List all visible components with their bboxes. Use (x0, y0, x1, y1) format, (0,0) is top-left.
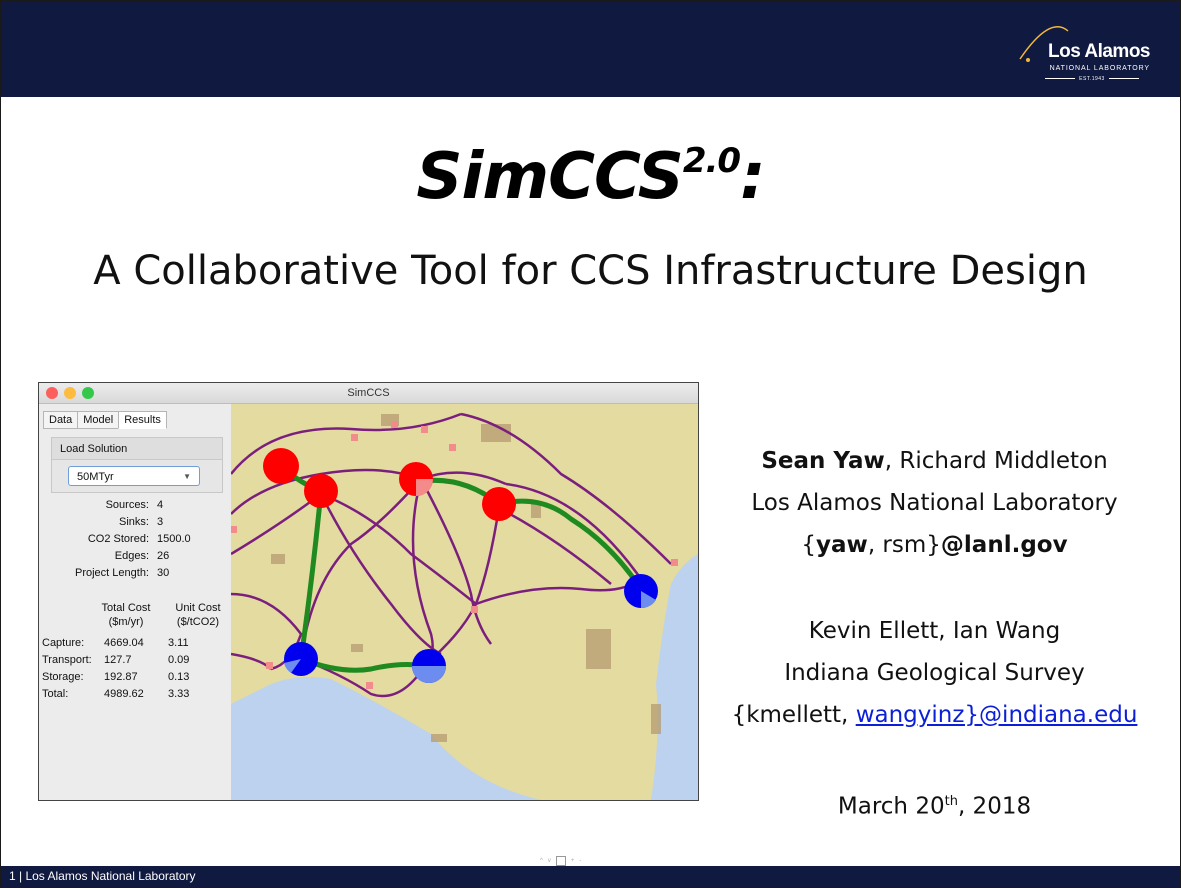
email1-user: yaw (816, 532, 868, 558)
solution-select[interactable]: 50MTyr ▼ (68, 466, 200, 486)
source-node[interactable] (482, 487, 516, 521)
cost-unit: 3.33 (168, 688, 190, 700)
slide-title: SimCCS2.0: (0, 140, 1181, 214)
cost-total: 192.87 (104, 671, 138, 683)
stat-label: Sinks: (119, 516, 149, 528)
cost-label: Storage: (42, 671, 84, 683)
cost-total: 127.7 (104, 654, 132, 666)
zoom-button[interactable] (82, 387, 94, 399)
slide-nav-controls: ^ v + - (540, 856, 636, 866)
author-secondary: , Richard Middleton (884, 448, 1108, 474)
stat-value: 26 (157, 550, 170, 562)
solution-select-value: 50MTyr (77, 471, 114, 483)
email1-domain: @lanl.gov (940, 532, 1068, 558)
app-screenshot: SimCCS Data Model Results Load Solution … (38, 382, 699, 801)
cost-total: 4989.62 (104, 688, 144, 700)
stat-value: 4 (157, 499, 164, 511)
stat-label: CO2 Stored: (87, 533, 149, 545)
unit-cost-unit: ($/tCO2) (176, 616, 220, 628)
cost-label: Transport: (42, 654, 92, 666)
load-solution-label: Load Solution (52, 438, 222, 460)
stat-label: Sources: (105, 499, 149, 511)
stat-value: 30 (157, 567, 170, 579)
source-node[interactable] (263, 448, 299, 484)
next-slide-icon[interactable]: v (548, 858, 551, 864)
total-cost-label: Total Cost (101, 602, 151, 614)
total-cost-header: Total Cost ($m/yr) (91, 601, 161, 629)
total-cost-unit: ($m/yr) (108, 616, 144, 628)
slide-subtitle: A Collaborative Tool for CCS Infrastruct… (93, 248, 1088, 294)
email1-open: { (801, 532, 817, 558)
stat-value: 1500.0 (157, 533, 191, 545)
logo-name: Los Alamos (1048, 41, 1151, 62)
cost-total: 4669.04 (104, 637, 144, 649)
prev-slide-icon[interactable]: ^ (540, 858, 543, 864)
tab-results[interactable]: Results (118, 411, 167, 429)
stat-value: 3 (157, 516, 164, 528)
email2-plain: {kmellett, (731, 702, 856, 728)
unit-cost-label: Unit Cost (175, 602, 221, 614)
date-superscript: th (944, 794, 958, 809)
cost-unit: 0.09 (168, 654, 190, 666)
minimize-button[interactable] (64, 387, 76, 399)
email-line-1: {yaw, rsm}@lanl.gov (712, 528, 1157, 562)
load-solution-group: Load Solution 50MTyr ▼ (51, 437, 223, 493)
cost-unit: 3.11 (168, 637, 189, 649)
stat-label: Project Length: (75, 567, 149, 579)
results-panel: Data Model Results Load Solution 50MTyr ▼… (39, 404, 231, 800)
cost-label: Total: (42, 688, 69, 700)
footer-bar: 1 | Los Alamos National Laboratory (1, 866, 1180, 887)
date-tail: , 2018 (957, 793, 1032, 820)
title-main: SimCCS (416, 140, 683, 214)
author-primary: Sean Yaw (761, 448, 885, 474)
email1-mid: , rsm} (867, 532, 941, 558)
unit-cost-header: Unit Cost ($/tCO2) (167, 601, 229, 629)
tab-model[interactable]: Model (77, 411, 120, 429)
affiliation-2: Indiana Geological Survey (784, 660, 1085, 686)
title-superscript: 2.0 (682, 141, 741, 181)
affiliation-1: Los Alamos National Laboratory (751, 490, 1118, 516)
chevron-down-icon: ▼ (183, 472, 191, 481)
presentation-date: March 20th, 2018 (712, 785, 1157, 824)
date-main: March 20 (837, 793, 945, 820)
logo-est: EST.1943 (1034, 76, 1150, 82)
window-titlebar: SimCCS (39, 383, 698, 404)
author-line-2: Kevin Ellett, Ian Wang (808, 618, 1061, 644)
email-line-2: {kmellett, wangyinz}@indiana.edu (712, 698, 1157, 732)
tab-bar: Data Model Results (43, 411, 167, 429)
network-map[interactable] (231, 404, 698, 800)
tab-data[interactable]: Data (43, 411, 79, 429)
stat-label: Edges: (114, 550, 149, 562)
email2-link[interactable]: wangyinz}@indiana.edu (856, 702, 1138, 728)
zoom-out-icon[interactable]: - (579, 858, 581, 864)
window-title: SimCCS (347, 387, 390, 399)
logo-subtitle: NATIONAL LABORATORY (1049, 65, 1150, 72)
close-button[interactable] (46, 387, 58, 399)
slide-view-icon[interactable] (555, 856, 566, 866)
cost-unit: 0.13 (168, 671, 190, 683)
author-line-1: Sean Yaw, Richard Middleton (712, 444, 1157, 478)
zoom-in-icon[interactable]: + (571, 858, 575, 864)
source-node[interactable] (304, 474, 338, 508)
cost-label: Capture: (42, 637, 85, 649)
title-colon: : (740, 140, 766, 214)
lanl-logo: Los Alamos NATIONAL LABORATORY EST.1943 (1010, 21, 1151, 91)
header-bar: Los Alamos NATIONAL LABORATORY EST.1943 (1, 1, 1180, 97)
